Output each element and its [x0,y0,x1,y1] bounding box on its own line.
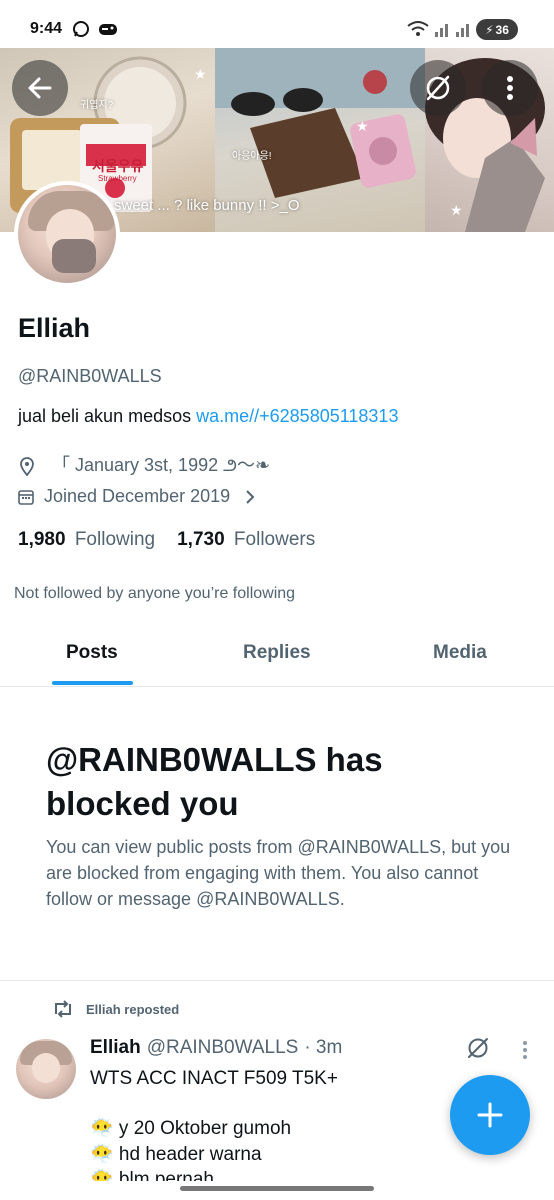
bio-link[interactable]: wa.me//+6285805118313 [196,406,398,426]
profile-avatar[interactable] [14,181,120,287]
profile-bio: jual beli akun medsos wa.me//+6285805118… [18,406,398,427]
more-options-button[interactable] [482,60,538,116]
charging-icon: ⚡ [485,22,494,37]
blocked-description: You can view public posts from @RAINB0WA… [46,837,511,909]
signal-icon-2 [455,20,473,43]
not-followed-notice: Not followed by anyone you’re following [14,585,296,602]
joined-row[interactable]: Joined December 2019 [18,486,256,507]
chat-bubble-icon [72,20,90,43]
joined-text: Joined December 2019 [44,486,231,506]
following-count: 1,980 [18,529,66,550]
grok-icon [426,75,450,101]
follow-counts: 1,980 Following 1,730 Followers [18,529,315,551]
star-icon: ★ [450,202,463,218]
vertical-dots-icon [507,76,513,100]
post-time: · 3m [304,1037,343,1058]
post-more-button[interactable] [522,1040,528,1065]
chevron-right-icon [246,489,255,504]
star-icon: ★ [194,66,207,82]
profile-handle: @RAINB0WALLS [18,366,162,386]
post-avatar[interactable] [16,1039,76,1099]
post-avatar-face [32,1053,60,1083]
back-arrow-icon [28,77,52,99]
tab-posts[interactable]: Posts [66,642,118,664]
avatar-plush [52,239,96,273]
active-tab-indicator [52,681,133,685]
grok-button[interactable] [410,60,466,116]
repost-icon [55,1000,71,1018]
post-line-3: 😶‍🌫️ blm pernah [90,1169,214,1181]
wifi-icon [407,20,429,43]
blocked-title: @RAINB0WALLS has blocked you [46,741,383,822]
divider [0,980,554,981]
status-time: 9:44 [30,20,63,37]
home-indicator[interactable] [180,1186,374,1191]
banner-text-left: 귀엽지? [80,100,114,111]
star-icon: ★ [356,118,369,134]
grok-icon [468,1038,488,1058]
plus-icon [477,1102,503,1128]
location-row: 「 January 3st, 1992 ౨〜❧ [18,451,270,480]
tab-replies[interactable]: Replies [243,642,311,664]
post-handle[interactable]: @RAINB0WALLS [147,1037,299,1059]
post-line-2: 😶‍🌫️ hd header warna [90,1144,262,1165]
post-author[interactable]: Elliah [90,1037,141,1059]
location-text: 「 January 3st, 1992 ౨〜❧ [52,455,271,475]
post-grok-button[interactable] [466,1036,490,1065]
following-label: Following [74,529,156,550]
banner-milk-label: 서울우유 [92,158,144,174]
post-header: Elliah @RAINB0WALLS · 3m [90,1037,342,1059]
status-bar: 9:44 ⚡ 36 [0,0,554,48]
battery-indicator: ⚡ 36 [476,19,518,40]
vertical-dots-icon [523,1041,527,1059]
repost-indicator: Elliah reposted [52,1000,179,1018]
banner-caption: sweet ... ? like bunny !! >_O [114,197,300,214]
bio-text: jual beli akun medsos [18,406,192,426]
signal-icon [434,20,452,43]
calendar-icon [18,489,34,505]
repost-label: Elliah reposted [86,1001,180,1017]
banner-milk-sublabel: Strawberry [98,174,137,183]
following-link[interactable]: 1,980 Following [18,529,155,551]
followers-count: 1,730 [177,529,225,550]
post-line-1: 😶‍🌫️ y 20 Oktober gumoh [90,1118,292,1139]
compose-button[interactable] [450,1075,530,1155]
followers-link[interactable]: 1,730 Followers [177,529,315,551]
profile-display-name: Elliah [18,313,91,343]
banner-text-middle: 아응아응! [232,151,272,162]
followers-label: Followers [233,529,316,550]
game-controller-icon [98,20,118,43]
profile-tabs: Posts Replies Media [0,630,554,687]
tab-media[interactable]: Media [433,642,487,664]
post-text: WTS ACC INACT F509 T5K+ [90,1068,338,1089]
battery-level: 36 [495,22,509,37]
back-button[interactable] [12,60,68,116]
location-pin-icon [20,456,34,476]
